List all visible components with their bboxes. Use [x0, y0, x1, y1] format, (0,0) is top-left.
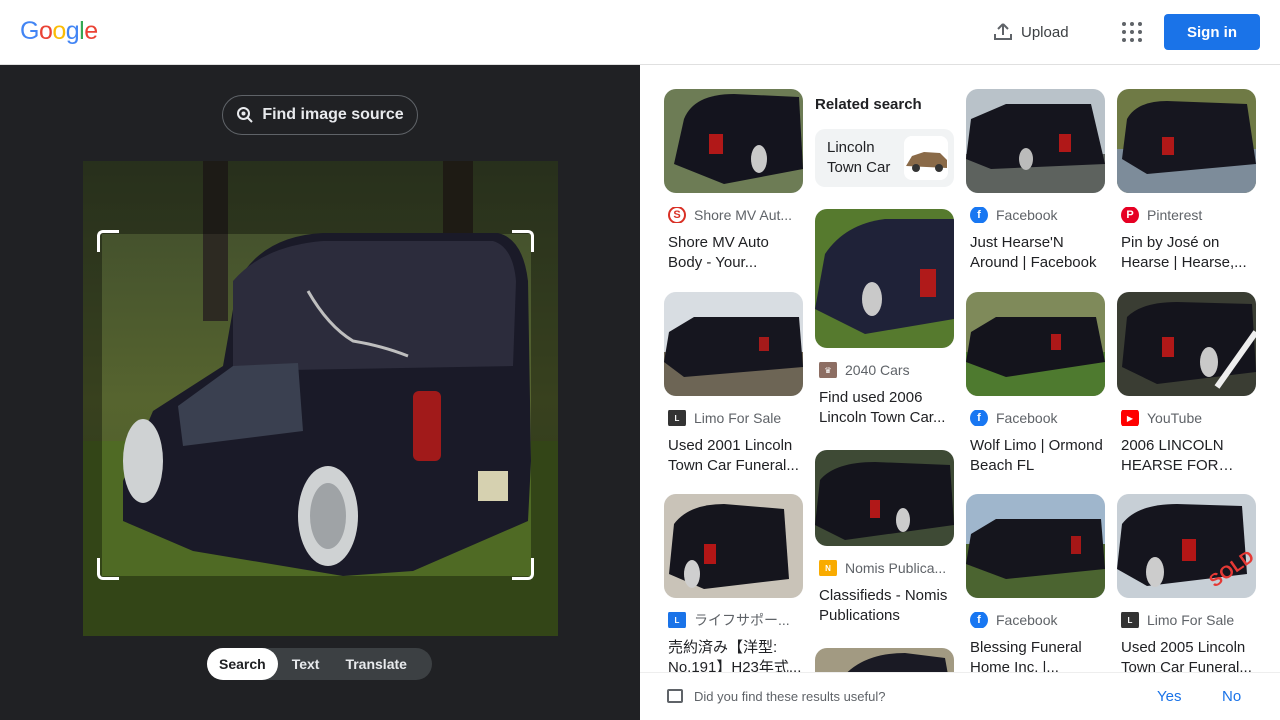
find-image-source-button[interactable]: Find image source: [222, 95, 418, 135]
related-search-chip[interactable]: Lincoln Town Car: [815, 129, 954, 187]
limo-favicon: L: [668, 410, 686, 426]
result-thumbnail[interactable]: [966, 494, 1105, 598]
logo-letter: g: [65, 17, 80, 45]
upload-button[interactable]: Upload: [993, 20, 1069, 44]
result-thumbnail[interactable]: [664, 292, 803, 396]
apps-grid-icon[interactable]: [1122, 22, 1142, 42]
result-thumbnail[interactable]: [1117, 292, 1256, 396]
result-card[interactable]: f Facebook Just Hearse'N Around | Faceboo…: [966, 89, 1105, 273]
result-title[interactable]: Pin by José on Hearse | Hearse,...: [1117, 233, 1256, 273]
top-bar: Google Upload Sign in: [0, 0, 1280, 65]
result-source: Limo For Sale: [1147, 612, 1235, 628]
visual-matches-panel: S Shore MV Aut... Shore MV Auto Body - Yo…: [640, 65, 1280, 720]
result-card[interactable]: f Facebook Blessing Funeral Home Inc. |..…: [966, 494, 1105, 678]
result-source: Facebook: [996, 207, 1058, 223]
result-thumbnail[interactable]: [966, 292, 1105, 396]
pinterest-favicon: P: [1121, 207, 1139, 223]
related-chip-image: [904, 136, 948, 180]
result-thumbnail[interactable]: [815, 450, 954, 546]
feedback-bar: Did you find these results useful? Yes N…: [640, 672, 1280, 720]
facebook-favicon: f: [970, 207, 988, 223]
related-search-heading: Related search: [815, 96, 922, 113]
result-title[interactable]: Find used 2006 Lincoln Town Car...: [815, 388, 954, 428]
result-card[interactable]: S Shore MV Aut... Shore MV Auto Body - Yo…: [664, 89, 803, 273]
google-logo[interactable]: Google: [20, 17, 98, 46]
tab-search[interactable]: Search: [207, 648, 278, 680]
upload-label: Upload: [1021, 23, 1069, 41]
lens-search-icon: [237, 107, 254, 123]
image-preview-panel: Find image source Search Text Translate: [0, 65, 640, 720]
result-title[interactable]: 2006 LINCOLN HEARSE FOR SAL...: [1117, 436, 1256, 476]
result-card[interactable]: ▶ YouTube 2006 LINCOLN HEARSE FOR SAL...: [1117, 292, 1256, 476]
lifesupport-favicon: L: [668, 612, 686, 628]
feedback-yes-button[interactable]: Yes: [1157, 688, 1181, 705]
youtube-favicon: ▶: [1121, 410, 1139, 426]
tab-translate[interactable]: Translate: [333, 648, 418, 680]
shore-favicon: S: [668, 207, 686, 223]
result-source: YouTube: [1147, 410, 1203, 426]
result-source: Pinterest: [1147, 207, 1203, 223]
find-source-label: Find image source: [262, 106, 404, 123]
query-image: [83, 161, 558, 636]
result-title[interactable]: Wolf Limo | Ormond Beach FL: [966, 436, 1105, 476]
upload-icon: [994, 23, 1012, 40]
feedback-icon: [667, 689, 683, 703]
feedback-question: Did you find these results useful?: [694, 689, 886, 704]
result-title[interactable]: Just Hearse'N Around | Facebook: [966, 233, 1105, 273]
result-card[interactable]: SOLD L Limo For Sale Used 2005 Lincoln To…: [1117, 494, 1256, 678]
result-title[interactable]: Used 2001 Lincoln Town Car Funeral...: [664, 436, 803, 476]
result-source: Facebook: [996, 612, 1058, 628]
result-thumbnail[interactable]: [664, 89, 803, 193]
logo-letter: o: [38, 17, 53, 45]
result-title[interactable]: Classifieds - Nomis Publications: [815, 586, 954, 626]
2040cars-favicon: ♛: [819, 362, 837, 378]
result-source: Limo For Sale: [694, 410, 782, 426]
facebook-favicon: f: [970, 410, 988, 426]
result-source: Shore MV Aut...: [694, 207, 793, 223]
result-thumbnail[interactable]: [815, 209, 954, 348]
result-card[interactable]: P Pinterest Pin by José on Hearse | Hears…: [1117, 89, 1256, 273]
tab-text[interactable]: Text: [278, 648, 334, 680]
result-card[interactable]: f Facebook Wolf Limo | Ormond Beach FL: [966, 292, 1105, 476]
related-chip-label: Lincoln Town Car: [827, 139, 891, 176]
logo-letter: e: [84, 17, 98, 45]
result-source: Facebook: [996, 410, 1058, 426]
result-title[interactable]: Shore MV Auto Body - Your...: [664, 233, 803, 273]
feedback-no-button[interactable]: No: [1222, 688, 1241, 705]
result-thumbnail[interactable]: [664, 494, 803, 598]
result-thumbnail[interactable]: [1117, 89, 1256, 193]
nomis-favicon: N: [819, 560, 837, 576]
search-mode-tabs: Search Text Translate: [207, 648, 432, 680]
sign-in-button[interactable]: Sign in: [1164, 14, 1260, 50]
result-source: 2040 Cars: [845, 362, 910, 378]
result-card[interactable]: ♛ 2040 Cars Find used 2006 Lincoln Town C…: [815, 209, 954, 428]
result-card[interactable]: N Nomis Publica... Classifieds - Nomis Pu…: [815, 450, 954, 626]
result-card[interactable]: L ライフサポー... 売約済み【洋型: No.191】H23年式...: [664, 494, 803, 678]
facebook-favicon: f: [970, 612, 988, 628]
result-source: ライフサポー...: [694, 612, 790, 628]
result-thumbnail[interactable]: [966, 89, 1105, 193]
result-thumbnail[interactable]: SOLD: [1117, 494, 1256, 598]
result-source: Nomis Publica...: [845, 560, 947, 576]
limo-favicon: L: [1121, 612, 1139, 628]
logo-letter: G: [20, 17, 39, 45]
result-card[interactable]: L Limo For Sale Used 2001 Lincoln Town Ca…: [664, 292, 803, 476]
logo-letter: o: [52, 17, 66, 45]
